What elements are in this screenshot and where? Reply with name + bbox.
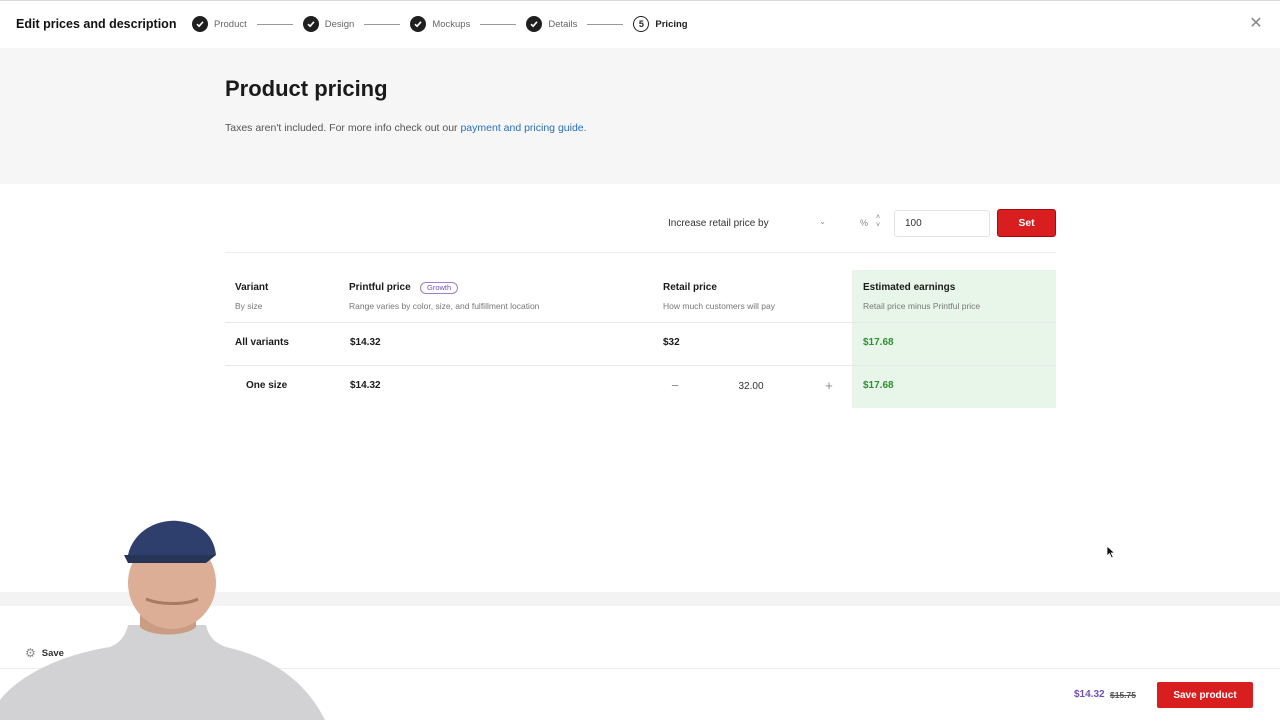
column-subtitle: By size (235, 301, 263, 311)
step-details[interactable]: Details (526, 16, 577, 32)
tax-note: Taxes aren't included. For more info che… (225, 122, 587, 134)
spinner-arrows-icon: ˄ ˅ (876, 214, 881, 229)
footer-old-price: $15.75 (1110, 690, 1136, 700)
unit-label: % (860, 218, 869, 228)
step-number: 5 (633, 16, 650, 32)
step-connector (364, 23, 401, 25)
column-subtitle: Range varies by color, size, and fulfill… (349, 301, 540, 311)
step-connector (480, 23, 517, 25)
growth-badge: Growth (420, 282, 459, 294)
step-label: Design (324, 18, 355, 30)
step-label: Product (214, 18, 247, 30)
estimated-earnings: $17.68 (863, 337, 894, 348)
column-header-estimated-earnings: Estimated earnings (863, 282, 956, 293)
step-label: Mockups (432, 18, 471, 30)
step-mockups[interactable]: Mockups (410, 16, 470, 32)
top-bar: Edit prices and description Product Desi… (0, 0, 1280, 48)
minus-icon[interactable]: − (665, 376, 685, 396)
row-divider (225, 322, 1056, 323)
printful-price: $14.32 (350, 337, 381, 348)
progress-stepper: Product Design Mockups Details 5 Pricing (192, 16, 688, 32)
set-button[interactable]: Set (997, 209, 1056, 237)
variant-name: One size (246, 380, 288, 391)
row-divider (225, 365, 1056, 366)
retail-price: $32 (663, 337, 680, 348)
mouse-cursor-icon (1106, 545, 1116, 559)
step-design[interactable]: Design (302, 16, 355, 32)
column-header-variant: Variant (235, 282, 269, 293)
footer-price: $14.32 (1074, 689, 1105, 700)
close-icon[interactable]: ✕ (1248, 15, 1264, 33)
price-mode-label: Increase retail price by (668, 217, 769, 229)
column-subtitle: Retail price minus Printful price (863, 301, 981, 311)
save-product-button[interactable]: Save product (1157, 682, 1253, 708)
column-subtitle: How much customers will pay (663, 301, 775, 311)
tax-note-text: Taxes aren't included. For more info che… (225, 122, 461, 134)
chevron-down-icon: ⌄ (819, 217, 826, 226)
check-icon (526, 16, 543, 32)
divider (225, 252, 1056, 253)
step-pricing[interactable]: 5 Pricing (633, 16, 688, 32)
plus-icon[interactable]: + (819, 376, 839, 396)
printful-price: $14.32 (350, 380, 381, 391)
check-icon (192, 16, 208, 32)
retail-price-stepper: − + (663, 376, 841, 396)
step-label: Details (548, 18, 578, 30)
pricing-guide-link[interactable]: payment and pricing guide. (460, 122, 586, 134)
check-icon (302, 16, 319, 32)
increase-value-input[interactable] (894, 210, 990, 237)
column-header-retail-price: Retail price (663, 282, 717, 293)
dialog-title: Edit prices and description (16, 17, 177, 31)
unit-select[interactable]: % ˄ ˅ (852, 211, 888, 235)
column-header-printful-price: Printful price (349, 282, 411, 293)
retail-price-input[interactable] (687, 376, 815, 396)
webcam-overlay (0, 515, 330, 720)
estimated-earnings: $17.68 (863, 380, 894, 391)
variant-name: All variants (235, 337, 289, 348)
step-connector (587, 23, 624, 25)
step-connector (256, 23, 293, 25)
price-mode-select[interactable]: Increase retail price by ⌄ (658, 211, 838, 235)
page-title: Product pricing (225, 76, 388, 101)
intro-section: Product pricing Taxes aren't included. F… (0, 48, 1280, 184)
check-icon (410, 16, 427, 32)
step-product[interactable]: Product (192, 16, 247, 32)
step-label: Pricing (655, 18, 688, 30)
